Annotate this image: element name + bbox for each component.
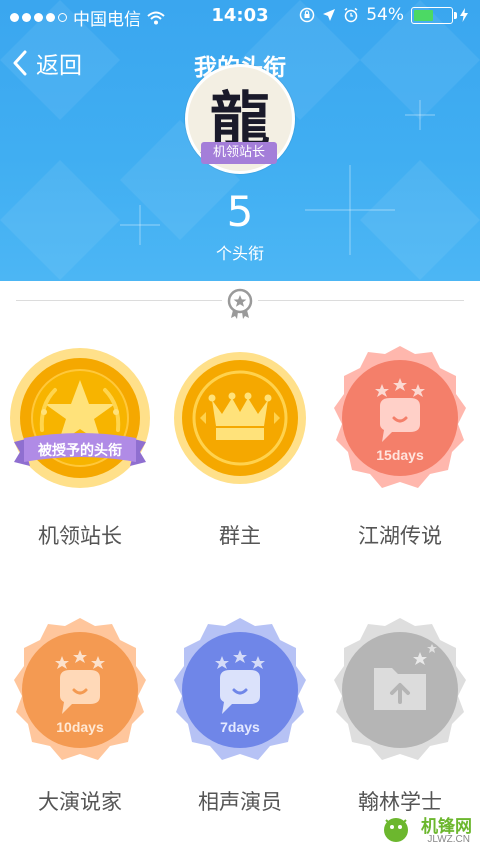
- badge-item-6[interactable]: 翰林学士: [320, 612, 480, 814]
- badge-item-3[interactable]: 15days 江湖传说: [320, 340, 480, 548]
- badge-item-2[interactable]: 群主: [160, 340, 320, 548]
- badge-days: 15days: [376, 447, 424, 463]
- badge-item-1[interactable]: 被授予的头衔 机领站长: [0, 340, 160, 548]
- crown-icon: [174, 352, 306, 484]
- watermark-sub: JLWZ.CN: [427, 834, 470, 845]
- badge-item-5[interactable]: 7days 相声演员: [160, 612, 320, 814]
- badge-item-4[interactable]: 10days 大演说家: [0, 612, 160, 814]
- star-laurel-icon: 被授予的头衔: [10, 348, 150, 488]
- rotation-lock-icon: [299, 7, 315, 23]
- badge-name: 相声演员: [198, 790, 282, 814]
- badge-name: 群主: [219, 524, 261, 548]
- charging-icon: [460, 8, 468, 22]
- current-title-badge: 机领站长: [201, 142, 277, 164]
- status-bar: 中国电信 14:03 54%: [0, 0, 480, 32]
- badge-days: 10days: [56, 719, 104, 735]
- battery-percent: 54%: [366, 5, 404, 25]
- badge-name: 江湖传说: [358, 524, 442, 548]
- location-icon: [323, 9, 336, 21]
- title-count: 5: [226, 187, 254, 236]
- chat-bubble-icon: 7days: [174, 618, 306, 760]
- badge-ribbon-text: 被授予的头衔: [38, 442, 122, 458]
- title-count-label: 个头衔: [215, 244, 264, 263]
- chat-bubble-icon: 10days: [14, 618, 146, 760]
- medal-icon: [222, 286, 258, 322]
- alarm-icon: [344, 7, 358, 23]
- badge-days: 7days: [220, 719, 260, 735]
- folder-upload-icon: [334, 618, 466, 760]
- badge-name: 机领站长: [38, 524, 122, 548]
- battery-icon: [411, 6, 457, 24]
- badge-name: 大演说家: [38, 790, 122, 814]
- status-right: 54%: [299, 5, 468, 25]
- chat-bubble-icon: 15days: [334, 346, 466, 488]
